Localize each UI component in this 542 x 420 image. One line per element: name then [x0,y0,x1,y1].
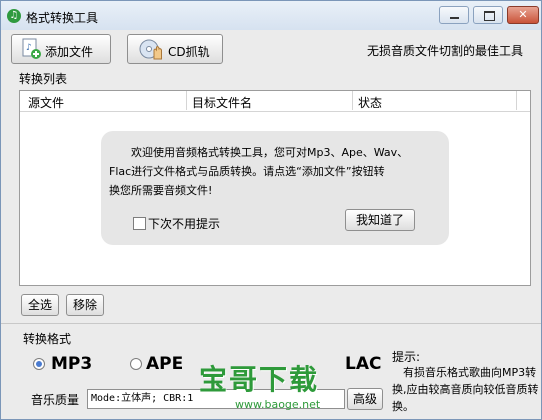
column-divider [352,91,353,110]
watermark-url: www.baoge.net [235,398,321,411]
column-target-name[interactable]: 目标文件名 [192,94,252,111]
app-window: ♫ 格式转换工具 ✕ ♪ 添加文件 CD抓轨 无损音质文件切割的最佳工具 转换列… [0,0,542,420]
conversion-list-label: 转换列表 [19,72,68,86]
cd-rip-button[interactable]: CD抓轨 [127,34,223,64]
tip-line: 欢迎使用音频格式转换工具，您可对Mp3、Ape、Wav、 [131,146,409,159]
format-radio-mp3[interactable] [33,358,45,370]
dont-show-again-label[interactable]: 下次不用提示 [148,215,220,232]
column-source-file[interactable]: 源文件 [28,94,64,111]
add-file-label: 添加文件 [45,45,94,59]
add-file-button[interactable]: ♪ 添加文件 [11,34,111,64]
maximize-icon [484,11,495,21]
list-header: 源文件 目标文件名 状态 [20,91,530,112]
watermark: 宝哥下载 www.baoge.net [199,358,359,418]
tip-line: Flac进行文件格式与品质转换。请点选“添加文件”按钮转 [109,165,385,178]
section-divider [1,323,541,324]
welcome-tip-popup: 欢迎使用音频格式转换工具，您可对Mp3、Ape、Wav、 Flac进行文件格式与… [101,131,449,245]
hint-title: 提示: [392,350,421,364]
window-title: 格式转换工具 [26,11,99,25]
tip-line: 换您所需要音频文件! [109,184,213,197]
column-status[interactable]: 状态 [358,94,382,111]
remove-button[interactable]: 移除 [66,294,104,316]
minimize-icon [450,17,459,19]
format-label-mp3[interactable]: MP3 [51,354,92,374]
minimize-button[interactable] [439,6,469,24]
column-divider [516,91,517,110]
add-file-icon: ♪ [22,38,41,59]
select-all-button[interactable]: 全选 [21,294,59,316]
close-icon: ✕ [518,8,528,21]
svg-text:♪: ♪ [26,43,32,53]
app-icon: ♫ [7,9,21,23]
column-divider [186,91,187,110]
maximize-button[interactable] [473,6,503,24]
slogan-text: 无损音质文件切割的最佳工具 [367,44,524,58]
hint-text: 有损音乐格式歌曲向MP3转换,应由较高音质向较低音质转换。 [392,366,539,413]
format-label-ape[interactable]: APE [146,354,183,374]
cd-rip-label: CD抓轨 [168,45,210,59]
music-quality-label: 音乐质量 [31,393,80,407]
title-bar[interactable]: ♫ 格式转换工具 ✕ [1,1,541,30]
tip-message: 欢迎使用音频格式转换工具，您可对Mp3、Ape、Wav、 Flac进行文件格式与… [109,143,439,200]
conversion-format-label: 转换格式 [23,332,72,346]
watermark-text: 宝哥下载 [199,363,320,396]
dont-show-again-checkbox[interactable] [133,217,146,230]
got-it-button[interactable]: 我知道了 [345,209,415,231]
format-radio-ape[interactable] [130,358,142,370]
cd-hand-icon [139,39,162,60]
close-button[interactable]: ✕ [507,6,539,24]
